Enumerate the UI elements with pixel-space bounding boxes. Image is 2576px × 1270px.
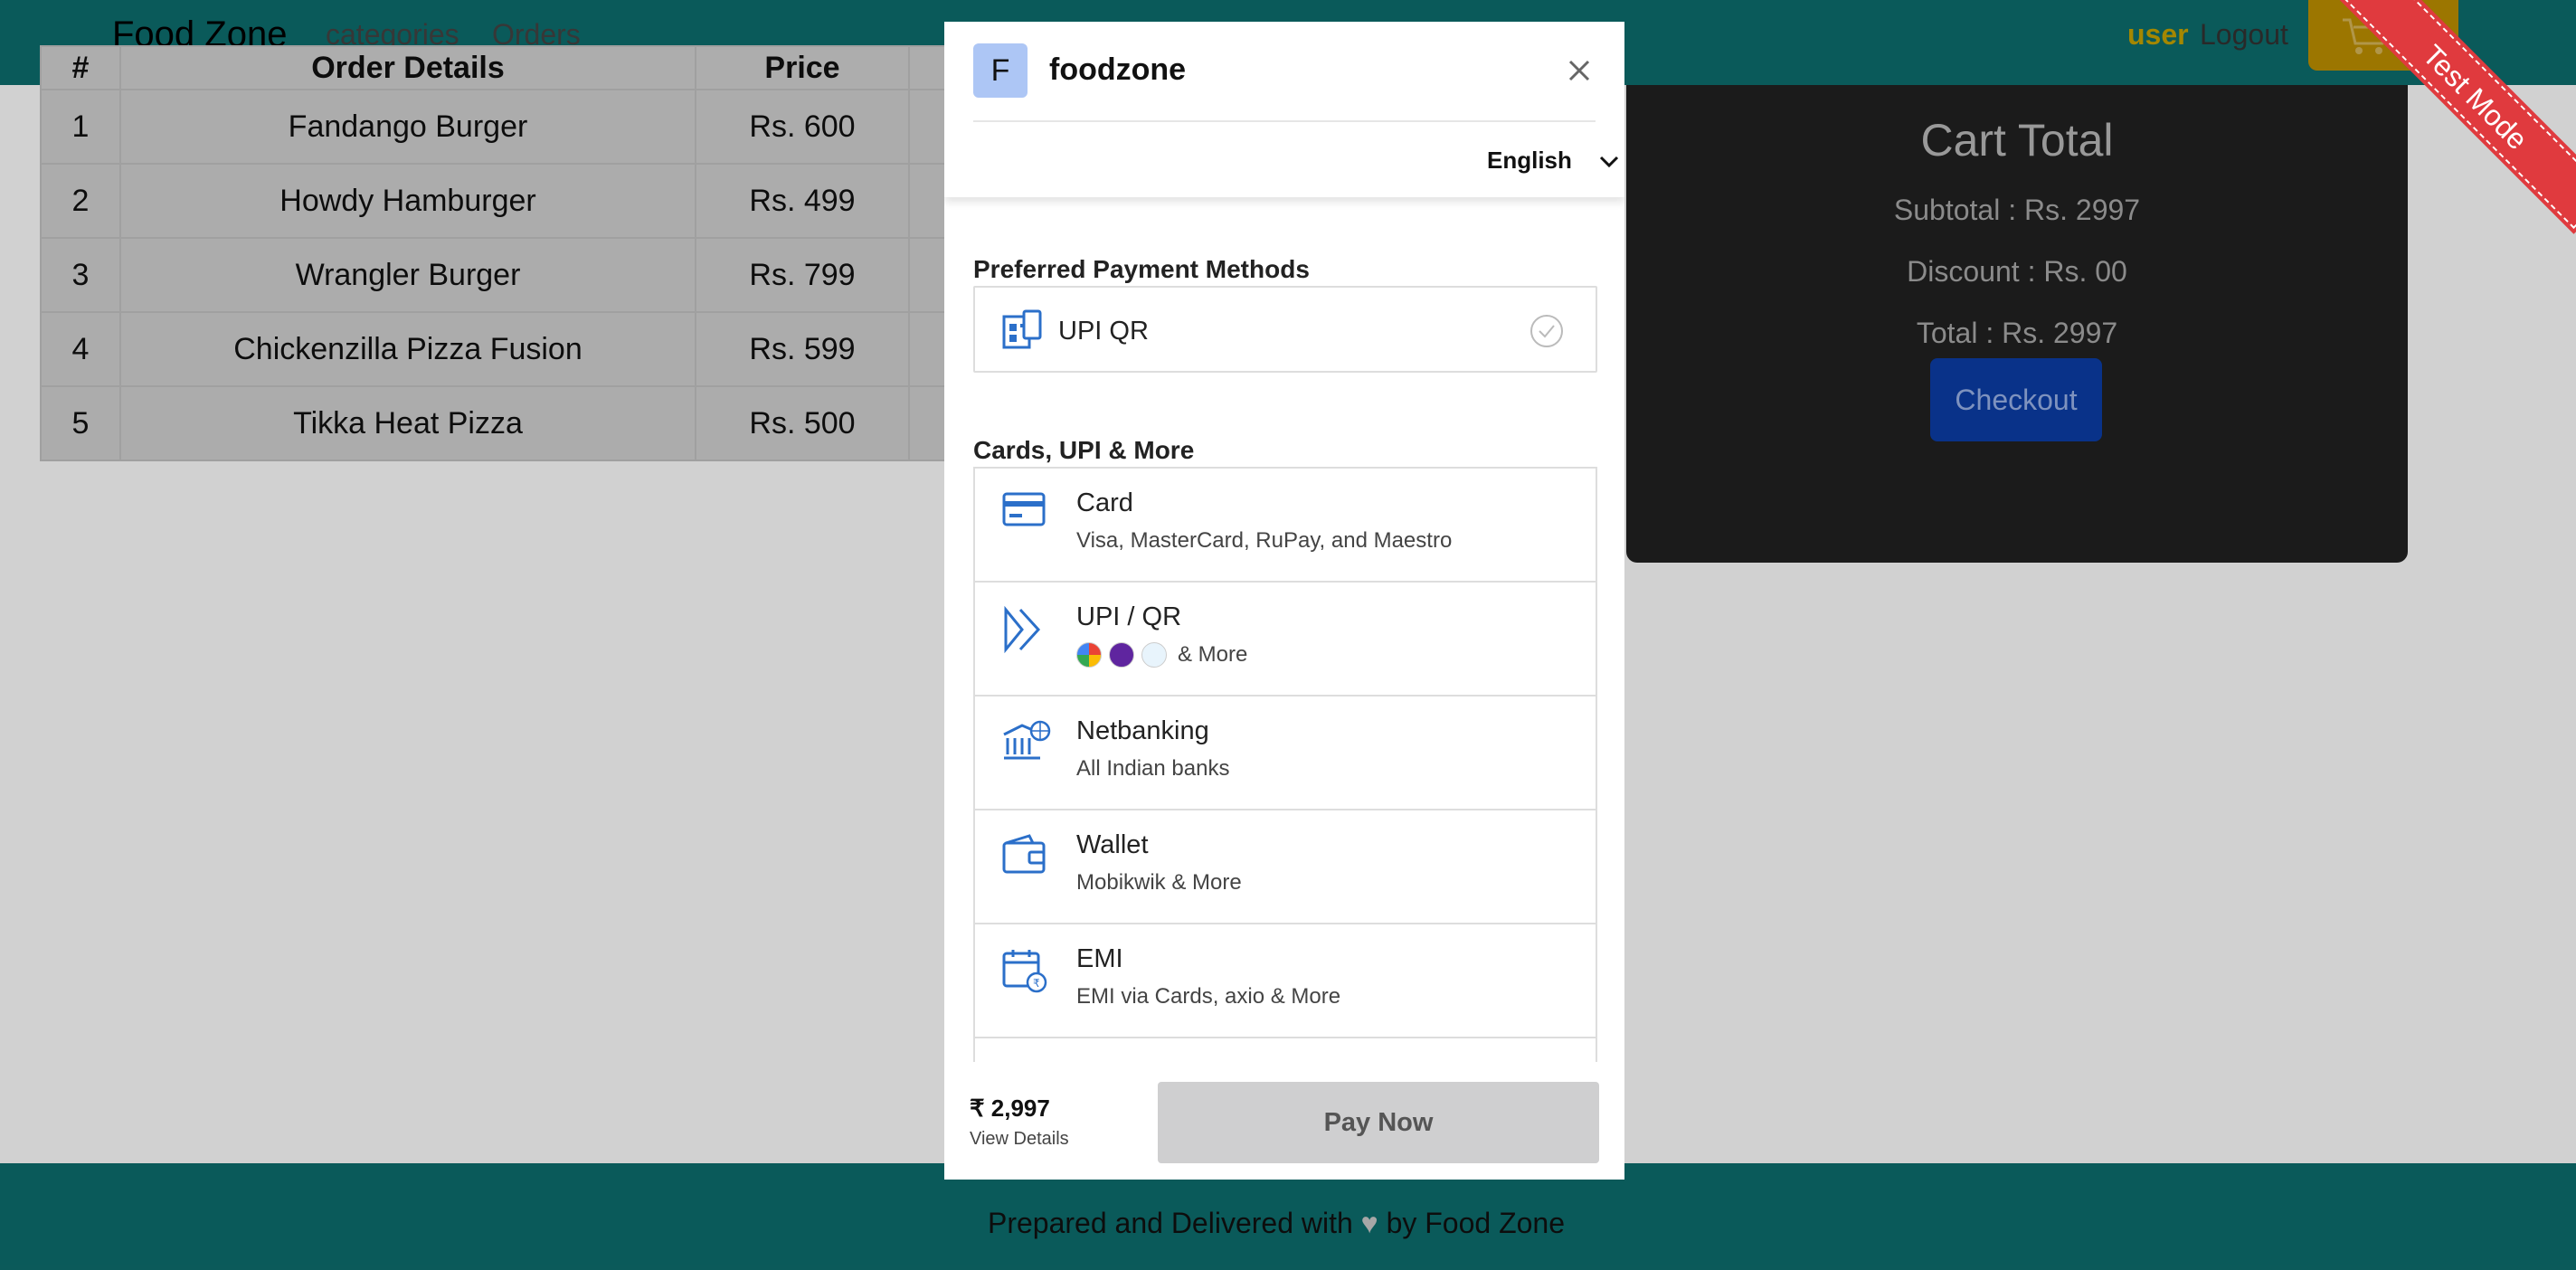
method-subtitle: EMI via Cards, axio & More [1076, 984, 1341, 1009]
merchant-name: foodzone [1049, 52, 1187, 87]
merchant-logo: F [973, 43, 1028, 98]
method-title: Netbanking [1076, 716, 1209, 745]
upi-icon [1004, 606, 1041, 653]
emi-icon: ₹ [1002, 950, 1047, 993]
pay-now-button[interactable]: Pay Now [1158, 1082, 1599, 1163]
method-upi[interactable]: UPI / QR & More [973, 581, 1597, 695]
phonepe-icon [1109, 642, 1134, 668]
method-card[interactable]: Card Visa, MasterCard, RuPay, and Maestr… [973, 467, 1597, 581]
method-subtitle: Mobikwik & More [1076, 870, 1242, 895]
modal-header: F foodzone English [944, 22, 1624, 197]
method-title: UPI / QR [1076, 602, 1182, 631]
payment-methods-list: Card Visa, MasterCard, RuPay, and Maestr… [973, 467, 1597, 1062]
method-netbanking[interactable]: Netbanking All Indian banks [973, 695, 1597, 809]
payment-amount: ₹ 2,997 [970, 1095, 1050, 1122]
language-label: English [1487, 147, 1572, 174]
close-icon[interactable] [1563, 54, 1596, 87]
method-subtitle: & More [1178, 642, 1248, 667]
method-emi[interactable]: ₹ EMI EMI via Cards, axio & More [973, 923, 1597, 1037]
check-circle-icon [1530, 315, 1563, 347]
svg-text:₹: ₹ [1033, 977, 1040, 990]
upi-app-icons: & More [1076, 642, 1247, 668]
method-next-partial[interactable] [973, 1037, 1597, 1062]
preferred-upi-qr-option[interactable]: UPI QR [973, 286, 1597, 373]
method-subtitle: All Indian banks [1076, 756, 1230, 781]
cards-upi-more-title: Cards, UPI & More [973, 436, 1195, 464]
method-title: Card [1076, 488, 1133, 517]
gpay-icon [1076, 642, 1102, 668]
preferred-method-label: UPI QR [1058, 317, 1149, 346]
card-icon [1002, 492, 1046, 526]
chevron-down-icon [1599, 156, 1619, 168]
preferred-methods-title: Preferred Payment Methods [973, 255, 1310, 283]
qr-icon [1002, 309, 1042, 349]
method-subtitle: Visa, MasterCard, RuPay, and Maestro [1076, 528, 1453, 553]
modal-body: Preferred Payment Methods UPI QR Cards, … [944, 197, 1624, 1062]
wallet-icon [1002, 834, 1046, 874]
view-details-link[interactable]: View Details [970, 1129, 1069, 1150]
modal-footer: ₹ 2,997 View Details Pay Now [944, 1062, 1624, 1180]
method-title: Wallet [1076, 830, 1149, 859]
method-title: EMI [1076, 944, 1123, 973]
paytm-icon [1141, 642, 1167, 668]
payment-modal: F foodzone English Preferred Payment Met… [944, 22, 1624, 1180]
header-divider [973, 120, 1596, 122]
language-selector[interactable]: English [1487, 147, 1619, 175]
bank-icon [1003, 720, 1051, 760]
method-wallet[interactable]: Wallet Mobikwik & More [973, 809, 1597, 923]
